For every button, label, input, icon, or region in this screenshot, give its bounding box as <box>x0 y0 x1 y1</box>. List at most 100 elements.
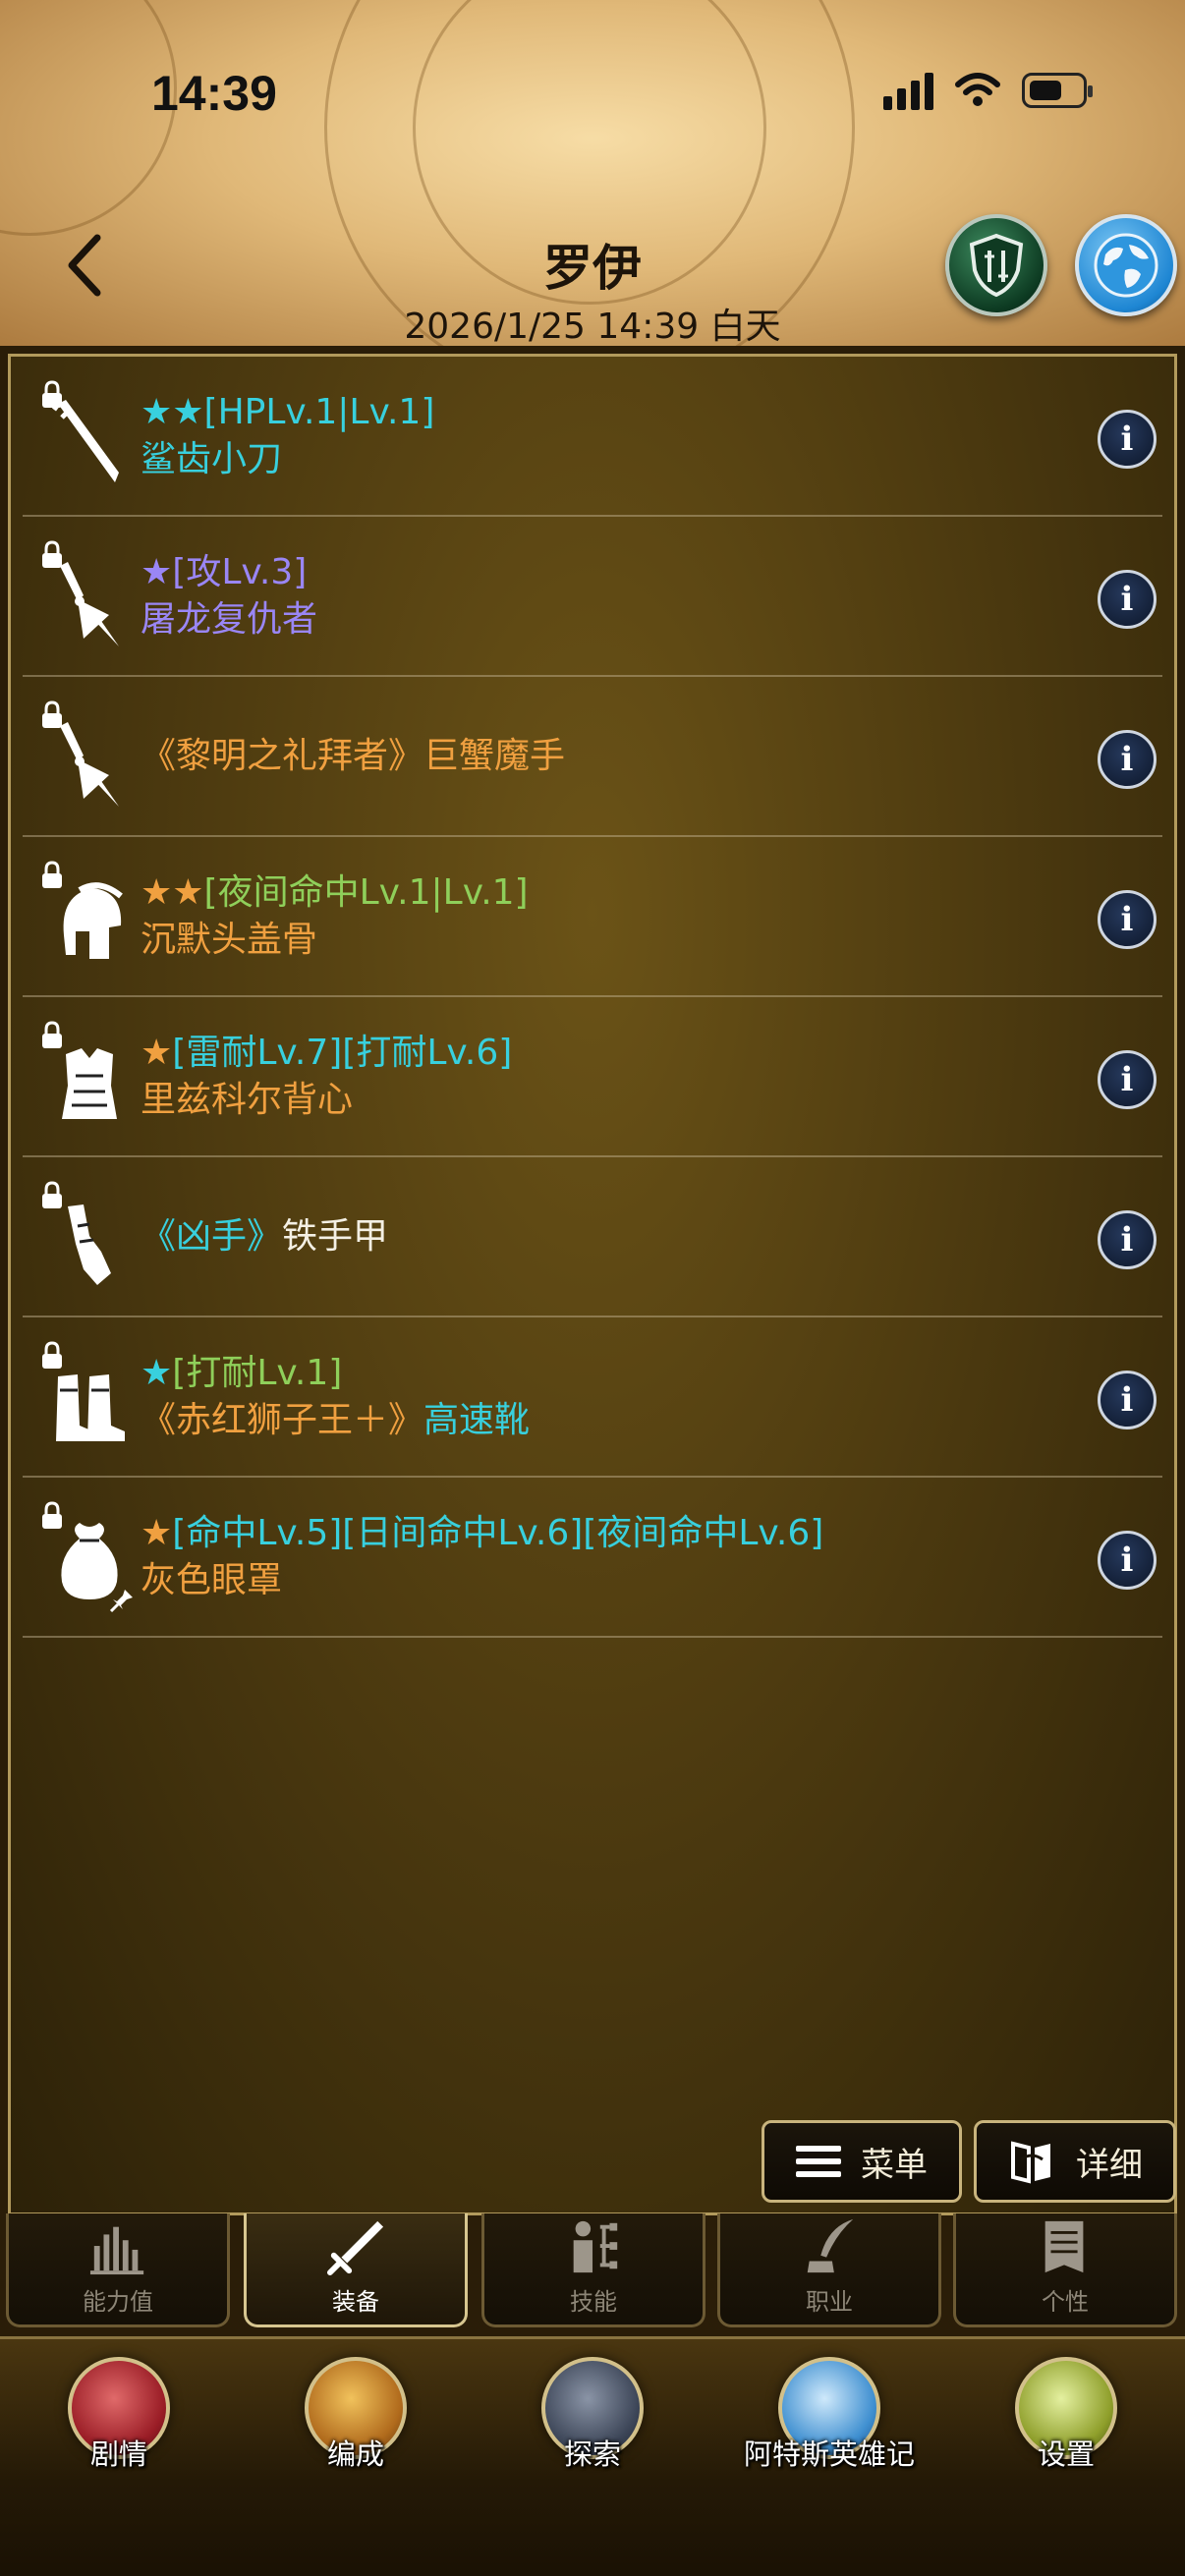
header-banner: 14:39 罗伊 2026/1/25 14:39 白天 <box>0 0 1185 346</box>
tab-label: 技能 <box>570 2288 617 2316</box>
equipment-row[interactable]: ★★[夜间命中Lv.1|Lv.1] 沉默头盖骨 i <box>23 837 1162 997</box>
tab-label: 装备 <box>332 2288 379 2316</box>
text-segment: 《赤红狮子王＋》 <box>141 1399 424 1440</box>
gauntlet-icon <box>68 1204 111 1285</box>
equipment-modifiers: ★[命中Lv.5][日间命中Lv.6][夜间命中Lv.6] <box>141 1510 823 1557</box>
tab-label: 个性 <box>1042 2288 1089 2316</box>
tab-quill[interactable]: 职业 <box>717 2213 941 2327</box>
world-map-button[interactable] <box>1075 214 1177 316</box>
menu-button-label: 菜单 <box>861 2145 928 2185</box>
tab-sword[interactable]: 装备 <box>244 2213 468 2327</box>
equipment-modifiers: ★[打耐Lv.1] <box>141 1350 530 1397</box>
text-segment: ★ <box>141 1032 173 1073</box>
text-segment: [打耐Lv.1] <box>172 1352 343 1393</box>
dagger-icon <box>52 400 119 482</box>
claw-weapon-icon <box>60 562 119 646</box>
quill-icon <box>807 2218 854 2273</box>
info-button[interactable]: i <box>1098 1050 1157 1109</box>
equipment-name: 《凶手》铁手甲 <box>141 1213 388 1260</box>
info-button[interactable]: i <box>1098 1371 1157 1429</box>
bottom-navigation: 剧情 编成 探索 阿特斯英雄记 设置 <box>0 2336 1185 2576</box>
nav-item-map[interactable]: 探索 <box>484 2357 701 2473</box>
info-icon: i <box>1120 900 1134 939</box>
compass-decoration-left <box>0 0 177 236</box>
text-segment: [夜间命中Lv.1|Lv.1] <box>203 871 529 913</box>
nav-label: 剧情 <box>89 2437 147 2471</box>
status-icons <box>883 71 1093 110</box>
tab-skill-tree[interactable]: 技能 <box>481 2213 705 2327</box>
character-tabs: 能力值 装备 技能 职业 个性 <box>0 2213 1185 2331</box>
book-swap-icon <box>1011 2141 1050 2184</box>
wifi-icon <box>955 73 1000 106</box>
armor-vest-icon <box>62 1048 117 1119</box>
detail-button[interactable]: 详细 <box>974 2120 1176 2203</box>
info-icon: i <box>1120 1060 1134 1099</box>
equipment-text: ★[打耐Lv.1] 《赤红狮子王＋》高速靴 <box>141 1317 530 1476</box>
equipment-row[interactable]: ★★[HPLv.1|Lv.1] 鲨齿小刀 i <box>23 357 1162 517</box>
text-segment: ★ <box>141 1352 173 1393</box>
equipment-name: 里兹科尔背心 <box>141 1079 354 1120</box>
tab-label: 能力值 <box>83 2288 153 2316</box>
info-icon: i <box>1120 420 1134 459</box>
equipment-name: 《赤红狮子王＋》高速靴 <box>141 1397 530 1444</box>
equipment-text: 《黎明之礼拜者》巨蟹魔手 <box>141 677 565 835</box>
info-icon: i <box>1120 580 1134 619</box>
skill-tree-icon <box>573 2220 618 2273</box>
boots-icon <box>56 1374 125 1441</box>
scroll-icon <box>1044 2220 1084 2273</box>
nav-item-gear[interactable]: 设置 <box>958 2357 1174 2473</box>
equipment-row[interactable]: ★[命中Lv.5][日间命中Lv.6][夜间命中Lv.6] 灰色眼罩 i <box>23 1478 1162 1638</box>
menu-button[interactable]: 菜单 <box>762 2120 962 2203</box>
equipment-text: ★[雷耐Lv.7][打耐Lv.6] 里兹科尔背心 <box>141 997 512 1155</box>
nav-label: 设置 <box>1037 2437 1095 2471</box>
equipment-name: 沉默头盖骨 <box>141 919 318 960</box>
equipment-name: 灰色眼罩 <box>141 1559 283 1600</box>
equipment-row[interactable]: ★[雷耐Lv.7][打耐Lv.6] 里兹科尔背心 i <box>23 997 1162 1157</box>
info-icon: i <box>1120 1380 1134 1420</box>
equipment-text: ★[命中Lv.5][日间命中Lv.6][夜间命中Lv.6] 灰色眼罩 <box>141 1478 823 1636</box>
status-time: 14:39 <box>151 66 277 121</box>
equipment-text: 《凶手》铁手甲 <box>141 1157 388 1316</box>
tab-bar-chart[interactable]: 能力值 <box>6 2213 230 2327</box>
equipment-modifiers: ★[雷耐Lv.7][打耐Lv.6] <box>141 1030 512 1077</box>
text-segment: ★ <box>141 1512 173 1553</box>
nav-item-eagle-emblem[interactable]: 编成 <box>248 2357 464 2473</box>
text-segment: 《黎明之礼拜者》巨蟹魔手 <box>141 735 566 776</box>
equipment-row[interactable]: 《黎明之礼拜者》巨蟹魔手 i <box>23 677 1162 837</box>
claw-weapon-icon <box>60 722 119 807</box>
info-button[interactable]: i <box>1098 1210 1157 1269</box>
hamburger-menu-icon <box>796 2146 841 2177</box>
equipment-row[interactable]: 《凶手》铁手甲 i <box>23 1157 1162 1317</box>
text-segment: 高速靴 <box>423 1399 531 1440</box>
equipment-text: ★★[夜间命中Lv.1|Lv.1] 沉默头盖骨 <box>141 837 529 995</box>
nav-item-dragon-emblem[interactable]: 剧情 <box>11 2357 227 2473</box>
detail-button-label: 详细 <box>1076 2145 1143 2185</box>
nav-label: 探索 <box>563 2437 621 2471</box>
info-button[interactable]: i <box>1098 570 1157 629</box>
text-segment: ★★ <box>141 871 204 913</box>
helmet-icon <box>63 882 123 959</box>
tab-label: 职业 <box>806 2288 853 2316</box>
nav-label: 编成 <box>326 2437 384 2471</box>
equipment-name: 鲨齿小刀 <box>141 438 283 479</box>
equipment-text: ★[攻Lv.3] 屠龙复仇者 <box>141 517 317 675</box>
info-button[interactable]: i <box>1098 890 1157 949</box>
equipment-row[interactable]: ★[攻Lv.3] 屠龙复仇者 i <box>23 517 1162 677</box>
equipment-list: ★★[HPLv.1|Lv.1] 鲨齿小刀 i ★[攻Lv.3] 屠龙复仇者 i 《黎明之礼拜… <box>11 357 1174 1638</box>
equipment-modifiers: ★[攻Lv.3] <box>141 551 308 592</box>
text-segment: 铁手甲 <box>282 1215 389 1257</box>
guild-shield-button[interactable] <box>945 214 1047 316</box>
text-segment: [雷耐Lv.7][打耐Lv.6] <box>172 1032 513 1073</box>
tab-scroll[interactable]: 个性 <box>953 2213 1177 2327</box>
info-button[interactable]: i <box>1098 1531 1157 1590</box>
equipment-row[interactable]: ★[打耐Lv.1] 《赤红狮子王＋》高速靴 i <box>23 1317 1162 1478</box>
battery-icon <box>1022 73 1093 108</box>
equipment-panel: ★★[HPLv.1|Lv.1] 鲨齿小刀 i ★[攻Lv.3] 屠龙复仇者 i 《黎明之礼拜… <box>8 354 1177 2215</box>
info-icon: i <box>1120 1220 1134 1260</box>
text-segment: [命中Lv.5][日间命中Lv.6][夜间命中Lv.6] <box>172 1512 824 1553</box>
info-button[interactable]: i <box>1098 730 1157 789</box>
equipment-name: 《黎明之礼拜者》巨蟹魔手 <box>141 733 565 780</box>
info-icon: i <box>1120 1540 1134 1580</box>
info-button[interactable]: i <box>1098 410 1157 469</box>
nav-item-document[interactable]: 阿特斯英雄记 <box>721 2357 937 2473</box>
